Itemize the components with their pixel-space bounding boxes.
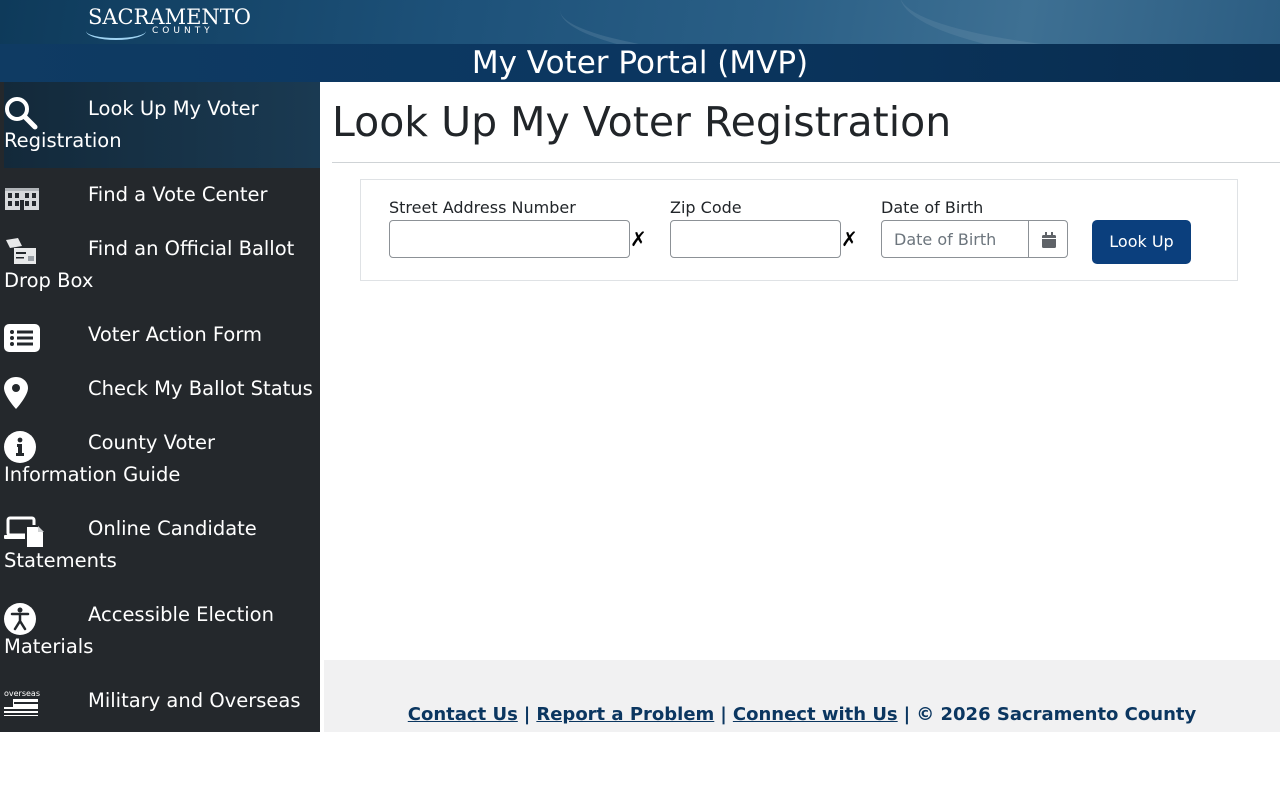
sidebar-item-label: Find an Official Ballot Drop Box bbox=[4, 237, 295, 292]
sidebar-item-label: Find a Vote Center bbox=[88, 183, 268, 206]
sidebar-item-find-drop-box[interactable]: Find an Official Ballot Drop Box bbox=[0, 222, 320, 308]
copyright-text: © 2026 Sacramento County bbox=[916, 704, 1197, 725]
sidebar-item-voter-info-guide[interactable]: County Voter Information Guide bbox=[0, 416, 320, 502]
site-title: My Voter Portal (MVP) bbox=[471, 45, 809, 81]
clear-street-number-icon[interactable]: ✗ bbox=[630, 227, 647, 251]
accessibility-icon bbox=[4, 602, 40, 635]
logo-sub: COUNTY bbox=[152, 26, 214, 36]
title-bar: My Voter Portal (MVP) bbox=[0, 44, 1280, 82]
sacramento-county-logo[interactable]: SACRAMENTO COUNTY bbox=[86, 4, 251, 40]
calendar-icon bbox=[1042, 232, 1056, 248]
sidebar-item-label: Accessible Election Materials bbox=[4, 603, 274, 658]
building-icon bbox=[4, 182, 40, 214]
search-icon bbox=[4, 96, 40, 130]
page-title: Look Up My Voter Registration bbox=[332, 98, 952, 146]
overseas-vote-icon: overseas bbox=[4, 688, 40, 720]
date-of-birth-label: Date of Birth bbox=[881, 198, 984, 217]
sidebar-item-label: Check My Ballot Status bbox=[88, 377, 313, 400]
sidebar-item-military-overseas[interactable]: overseas Military and Overseas bbox=[0, 674, 320, 728]
connect-with-us-link[interactable]: Connect with Us bbox=[733, 704, 898, 725]
sidebar-item-label: Voter Action Form bbox=[88, 323, 263, 346]
footer: Contact Us | Report a Problem | Connect with… bbox=[324, 660, 1280, 732]
sidebar-nav: Look Up My Voter Registration Find a Vot… bbox=[0, 82, 320, 732]
sidebar-item-voter-action-form[interactable]: Voter Action Form bbox=[0, 308, 320, 362]
footer-links: Contact Us | Report a Problem | Connect with… bbox=[324, 704, 1280, 726]
sidebar-item-find-vote-center[interactable]: Find a Vote Center bbox=[0, 168, 320, 222]
calendar-button[interactable] bbox=[1028, 220, 1068, 258]
sidebar-item-accessible-materials[interactable]: Accessible Election Materials bbox=[0, 588, 320, 674]
zip-code-label: Zip Code bbox=[670, 198, 742, 217]
svg-text:overseas: overseas bbox=[4, 689, 40, 698]
lookup-form: Street Address Number ✗ Zip Code ✗ Date … bbox=[360, 179, 1238, 281]
ballot-drop-box-icon bbox=[4, 236, 40, 268]
header-banner: SACRAMENTO COUNTY bbox=[0, 0, 1280, 44]
sidebar-item-candidate-statements[interactable]: Online Candidate Statements bbox=[0, 502, 320, 588]
sidebar-item-look-up-registration[interactable]: Look Up My Voter Registration bbox=[4, 82, 320, 168]
title-divider bbox=[332, 162, 1280, 163]
map-marker-icon bbox=[4, 376, 40, 409]
date-of-birth-input[interactable] bbox=[881, 220, 1029, 258]
sidebar-item-check-ballot-status[interactable]: Check My Ballot Status bbox=[0, 362, 320, 416]
zip-code-input[interactable] bbox=[670, 220, 841, 258]
contact-us-link[interactable]: Contact Us bbox=[408, 704, 518, 725]
street-number-label: Street Address Number bbox=[389, 198, 576, 217]
device-document-icon bbox=[4, 516, 45, 549]
sidebar-item-label: Look Up My Voter Registration bbox=[4, 97, 259, 152]
main-content: Look Up My Voter Registration Street Add… bbox=[320, 82, 1280, 660]
footer-separator: | bbox=[903, 704, 911, 725]
list-icon bbox=[4, 322, 40, 354]
info-icon bbox=[4, 430, 40, 463]
street-number-input[interactable] bbox=[389, 220, 630, 258]
look-up-button[interactable]: Look Up bbox=[1092, 220, 1191, 264]
footer-separator: | bbox=[523, 704, 531, 725]
clear-zip-code-icon[interactable]: ✗ bbox=[841, 227, 858, 251]
report-problem-link[interactable]: Report a Problem bbox=[536, 704, 714, 725]
footer-separator: | bbox=[720, 704, 727, 725]
sidebar-item-label: Military and Overseas bbox=[88, 689, 301, 712]
